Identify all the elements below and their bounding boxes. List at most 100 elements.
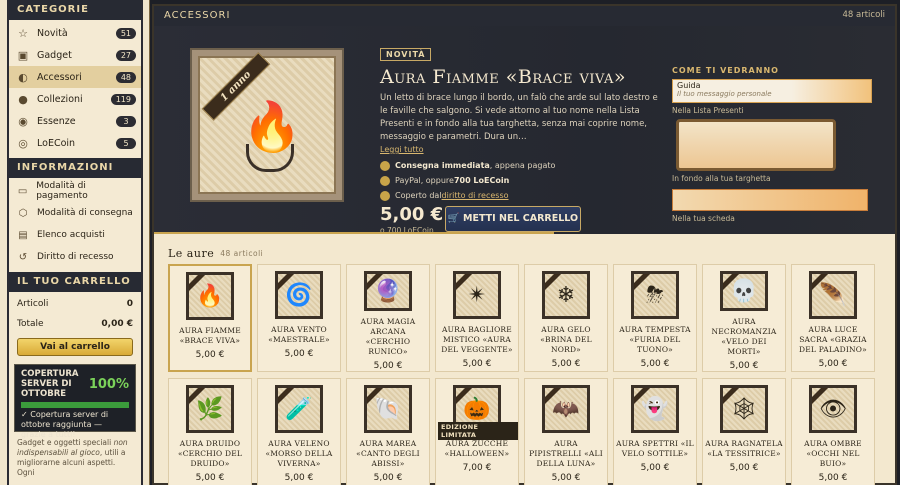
- product-grid: 🔥 Aura Fiamme «Brace viva» 5,00 € 🌀 Aura Ven…: [168, 264, 875, 485]
- info-link-0[interactable]: ▭ Modalità di pagamento: [9, 180, 141, 202]
- product-price: 5,00 €: [195, 350, 225, 360]
- info-link-3[interactable]: ↺ Diritto di recesso: [9, 246, 141, 268]
- product-name: Aura Ombre «Occhi nel buio»: [804, 439, 862, 468]
- product-price: 5,00 €: [373, 361, 403, 371]
- product-price: 5,00 €: [729, 463, 759, 473]
- sidebar-panel: CATEGORIE ☆ Novità 51 ▣ Gadget 27 ◐ Accessori 48…: [7, 0, 143, 485]
- go-to-cart-button[interactable]: Vai al carrello: [17, 338, 133, 356]
- list-icon: ▤: [18, 229, 28, 241]
- server-progress-bar: [21, 402, 129, 408]
- product-price: 5,00 €: [284, 473, 314, 483]
- sidebar-item-label: Novità: [37, 27, 68, 39]
- product-thumbnail: ⛈: [631, 271, 679, 319]
- read-more-link[interactable]: Leggi tutto: [380, 145, 662, 154]
- count-badge: 51: [115, 27, 136, 39]
- delivery-rest: , appena pagato: [489, 161, 556, 170]
- info-heading: INFORMAZIONI: [9, 158, 141, 178]
- product-price: 5,00 €: [818, 473, 848, 483]
- coin-icon: ◎: [18, 136, 28, 150]
- product-card[interactable]: 🦇 Aura Pipistrelli «Ali della luna» 5,00 €: [524, 378, 608, 485]
- product-card[interactable]: 💀 Aura Necromanzia «Velo dei morti» 5,00 €: [702, 264, 786, 372]
- refund-feature: Coperto dal diritto di recesso: [380, 188, 509, 203]
- product-card[interactable]: 🌿 Aura Druido «Cerchio del druido» 5,00 €: [168, 378, 252, 485]
- product-card[interactable]: 🔮 Aura Magia arcana «Cerchio runico» 5,00 …: [346, 264, 430, 372]
- product-card[interactable]: 🐚 Aura Marea «Canto degli abissi» 5,00 €: [346, 378, 430, 485]
- featured-info: NOVITÀ Aura Fiamme «Brace viva» Un letto…: [380, 42, 662, 203]
- sidebar-item-loecoin[interactable]: ◎ LoECoin 5: [9, 132, 141, 154]
- box-icon: ⬡: [18, 207, 28, 219]
- info-link-1[interactable]: ⬡ Modalità di consegna: [9, 202, 141, 224]
- product-card[interactable]: 🔥 Aura Fiamme «Brace viva» 5,00 €: [168, 264, 252, 372]
- server-progress-fill: [21, 402, 129, 408]
- product-thumbnail: 🌿: [186, 385, 234, 433]
- feature-list: Consegna immediata, appena pagato PayPal…: [380, 158, 662, 203]
- delivery-bold: Consegna immediata: [395, 161, 490, 170]
- sidebar-footer-text: Gadget e oggetti speciali non indispensa…: [9, 432, 141, 484]
- product-card[interactable]: ⛈ Aura Tempesta «Furia del tuono» 5,00 €: [613, 264, 697, 372]
- sidebar-item-label: Essenze: [37, 115, 76, 127]
- product-price: 5,00 €: [551, 473, 581, 483]
- featured-title: Aura Fiamme «Brace viva»: [380, 66, 627, 88]
- product-thumbnail: 🔥: [186, 272, 234, 320]
- featured-image[interactable]: 1 anno 🔥: [192, 50, 342, 200]
- sidebar-item-essenze[interactable]: ◉ Essenze 3: [9, 110, 141, 132]
- info-link-label: Elenco acquisti: [37, 230, 105, 240]
- limited-edition-badge: EDIZIONE LIMITATA: [438, 422, 518, 440]
- preview-caption-list: Nella Lista Presenti: [672, 106, 744, 115]
- product-price: 5,00 €: [462, 359, 492, 369]
- product-card[interactable]: ✴ Aura Bagliore mistico «Aura del veggent…: [435, 264, 519, 372]
- product-icon: 🐚: [374, 396, 402, 422]
- featured-image-frame: 1 anno 🔥: [198, 52, 336, 194]
- page-title: ACCESSORI: [164, 10, 231, 21]
- cart-total-label: Totale: [17, 319, 44, 329]
- preview-message: Il tuo messaggio personale: [677, 90, 772, 98]
- product-icon: ⛈: [646, 282, 664, 308]
- product-icon: 🔥: [196, 283, 224, 309]
- product-icon: 🌀: [285, 282, 313, 308]
- product-card[interactable]: 🕸 Aura Ragnatela «La tessitrice» 5,00 €: [702, 378, 786, 485]
- product-card[interactable]: 🎃 EDIZIONE LIMITATA Aura Zucche «Halloween…: [435, 378, 519, 485]
- product-price: 5,00 €: [640, 359, 670, 369]
- sidebar-item-novità[interactable]: ☆ Novità 51: [9, 22, 141, 44]
- product-card[interactable]: 🌀 Aura Vento «Maestrale» 5,00 €: [257, 264, 341, 372]
- sidebar-item-label: Gadget: [37, 49, 72, 61]
- server-coverage-box: COPERTURA SERVER DI OTTOBRE 100% ✓ Coper…: [14, 364, 136, 439]
- featured-price: 5,00 €: [380, 204, 444, 225]
- preview-title: COME TI VEDRANNO: [672, 66, 779, 75]
- coin-icon: [380, 175, 390, 186]
- product-card[interactable]: 🪶 Aura Luce sacra «Grazia del paladino» 5,…: [791, 264, 875, 372]
- gadget-icon: ▣: [17, 48, 29, 62]
- shield-icon: [380, 190, 390, 201]
- product-card[interactable]: 👻 Aura Spettri «Il velo sottile» 5,00 €: [613, 378, 697, 485]
- refund-link[interactable]: diritto di recesso: [442, 191, 509, 200]
- preview-profile: [672, 189, 868, 211]
- product-icon: 💀: [730, 278, 758, 304]
- product-thumbnail: 🦇: [542, 385, 590, 433]
- product-card[interactable]: 👁 Aura Ombre «Occhi nel buio» 5,00 €: [791, 378, 875, 485]
- main-header: ACCESSORI 48 articoli: [154, 6, 895, 26]
- sidebar-item-collezioni[interactable]: ● Collezioni 119: [9, 88, 141, 110]
- product-card[interactable]: ❄ Aura Gelo «Brina del Nord» 5,00 €: [524, 264, 608, 372]
- card-icon: ▭: [17, 185, 28, 197]
- count-badge: 5: [116, 137, 136, 149]
- product-name: Aura Veleno «Morso della viverna»: [265, 439, 333, 468]
- product-price: 5,00 €: [373, 473, 403, 483]
- add-to-cart-button[interactable]: 🛒 METTI NEL CARRELLO: [445, 206, 581, 232]
- count-badge: 27: [115, 49, 136, 61]
- footer-text-a: Gadget e oggetti speciali: [17, 438, 114, 447]
- product-icon: 🧪: [285, 396, 313, 422]
- product-name: Aura Luce sacra «Grazia del paladino»: [799, 325, 867, 354]
- count-badge: 119: [110, 93, 136, 105]
- product-thumbnail: 👁: [809, 385, 857, 433]
- product-name: Aura Spettri «Il velo sottile»: [616, 439, 694, 458]
- sidebar-item-gadget[interactable]: ▣ Gadget 27: [9, 44, 141, 66]
- product-card[interactable]: 🧪 Aura Veleno «Morso della viverna» 5,00 €: [257, 378, 341, 485]
- sidebar-item-accessori[interactable]: ◐ Accessori 48: [9, 66, 141, 88]
- preview-presence-list: Guida Il tuo messaggio personale: [672, 79, 872, 103]
- payment-text: PayPal, oppure: [395, 176, 454, 185]
- count-badge: 3: [116, 115, 136, 127]
- product-thumbnail: 🔮: [364, 271, 412, 311]
- product-thumbnail: 🪶: [809, 271, 857, 319]
- section-count: 48 articoli: [220, 248, 264, 258]
- info-link-2[interactable]: ▤ Elenco acquisti: [9, 224, 141, 246]
